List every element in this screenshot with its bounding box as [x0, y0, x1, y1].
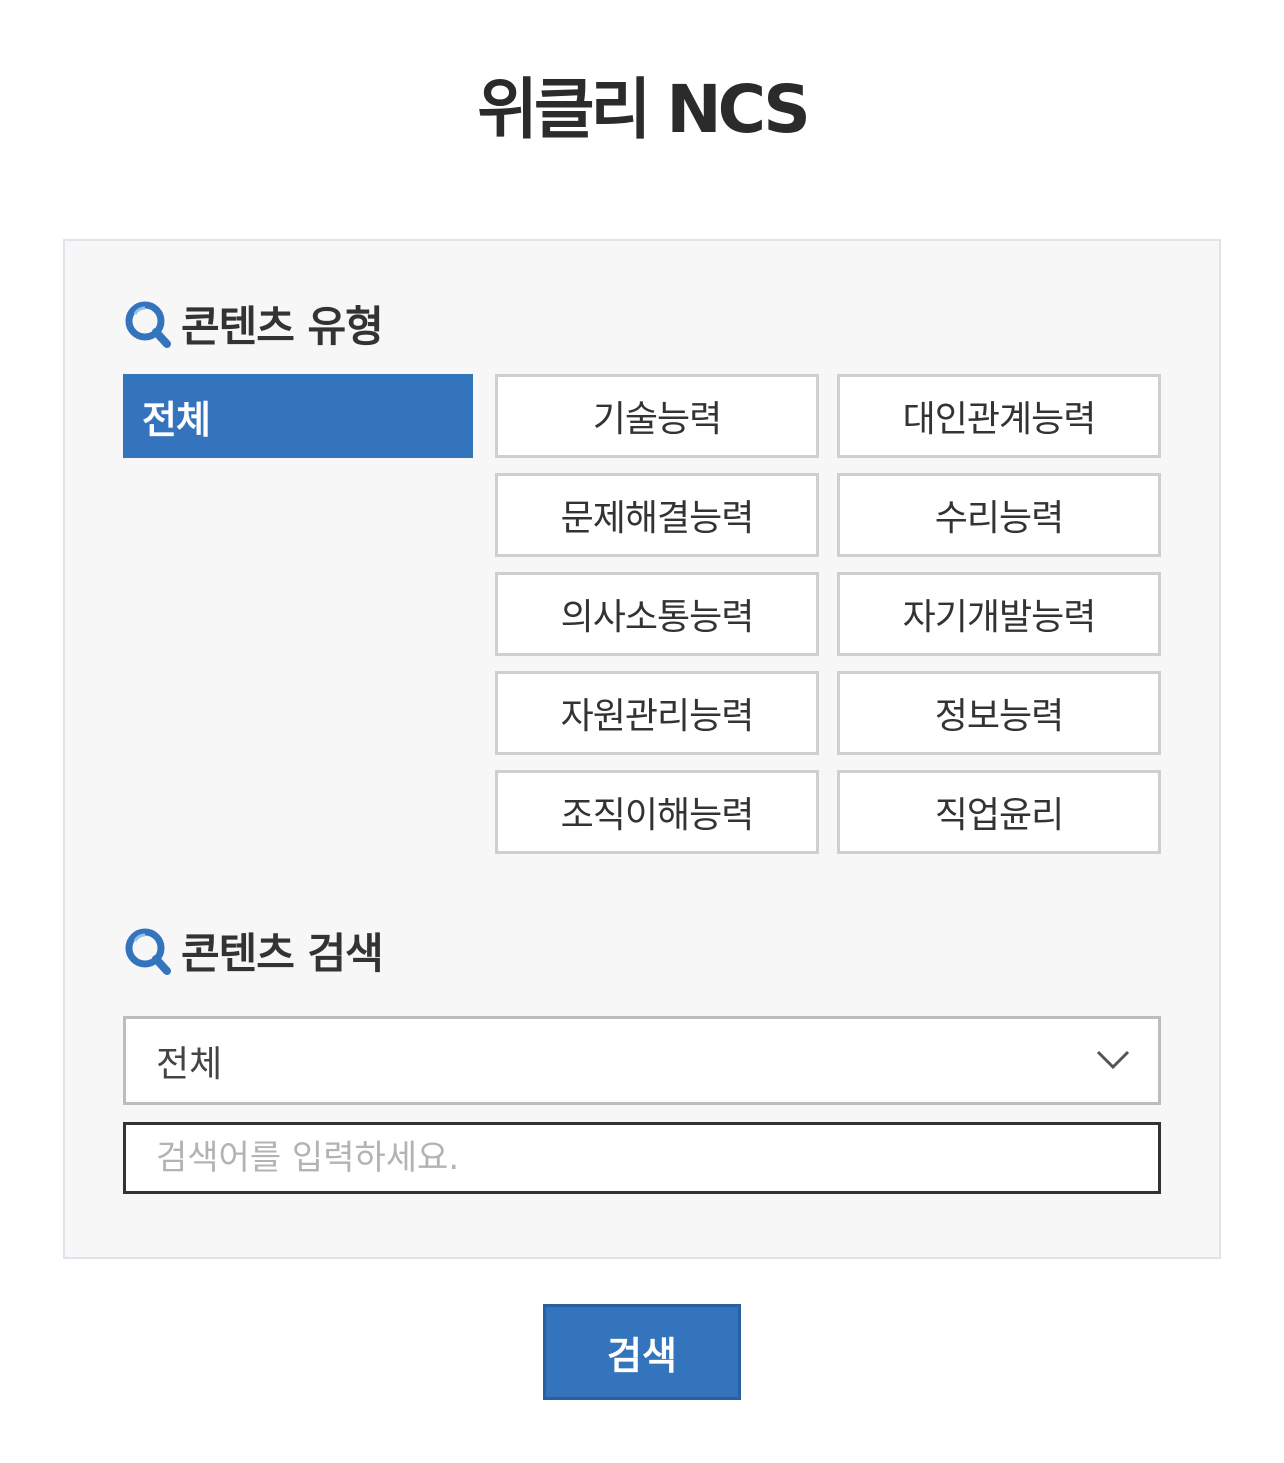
type-option-information[interactable]: 정보능력 — [837, 671, 1161, 755]
type-option-ethics[interactable]: 직업윤리 — [837, 770, 1161, 854]
type-option-all[interactable]: 전체 — [123, 374, 473, 458]
content-type-heading-label: 콘텐츠 유형 — [181, 301, 384, 351]
type-option-tech[interactable]: 기술능력 — [495, 374, 819, 458]
type-option-interpersonal[interactable]: 대인관계능력 — [837, 374, 1161, 458]
content-search-heading: 콘텐츠 검색 — [123, 922, 384, 978]
search-input[interactable] — [123, 1122, 1161, 1194]
type-option-organization[interactable]: 조직이해능력 — [495, 770, 819, 854]
filter-panel: 콘텐츠 유형 전체 기술능력 대인관계능력 문제해결능력 수리능력 의사소통능력… — [63, 239, 1221, 1259]
type-option-resource-management[interactable]: 자원관리능력 — [495, 671, 819, 755]
type-option-self-development[interactable]: 자기개발능력 — [837, 572, 1161, 656]
search-category-select[interactable]: 전체 — [123, 1016, 1161, 1105]
search-button[interactable]: 검색 — [543, 1304, 741, 1400]
search-category-value: 전체 — [156, 1043, 223, 1085]
content-type-heading: 콘텐츠 유형 — [123, 295, 384, 351]
search-icon — [125, 928, 171, 975]
page-title: 위클리 NCS — [477, 71, 811, 148]
content-search-heading-label: 콘텐츠 검색 — [181, 928, 384, 978]
type-option-numeracy[interactable]: 수리능력 — [837, 473, 1161, 557]
type-option-communication[interactable]: 의사소통능력 — [495, 572, 819, 656]
type-option-problem-solving[interactable]: 문제해결능력 — [495, 473, 819, 557]
chevron-down-icon — [1096, 1050, 1130, 1070]
search-icon — [125, 301, 171, 348]
